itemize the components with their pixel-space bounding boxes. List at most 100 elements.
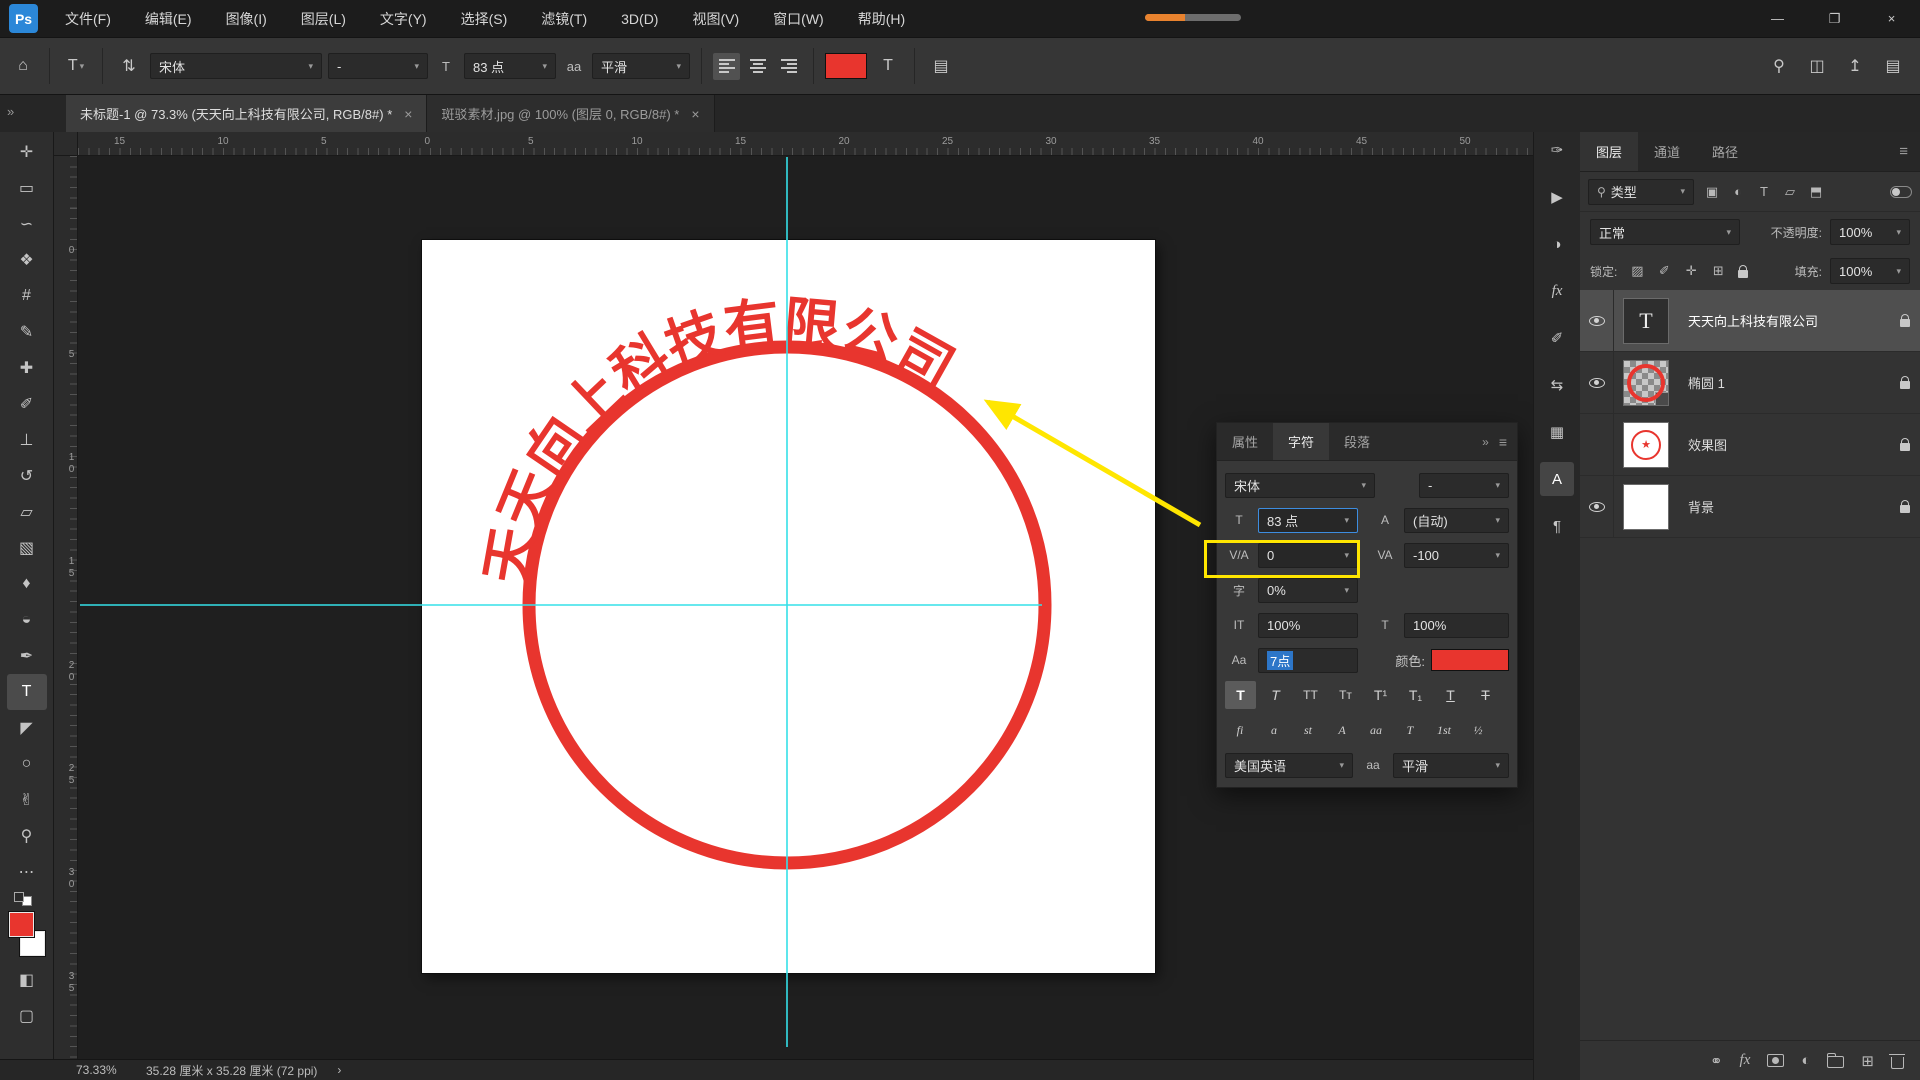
menu-item[interactable]: 图像(I) (209, 0, 284, 37)
small-caps[interactable]: Tт (1330, 681, 1361, 709)
lock-artboard-icon[interactable]: ⊞ (1706, 259, 1730, 283)
brushes-panel-icon[interactable]: ✐ (1540, 321, 1574, 355)
quick-selection-tool[interactable]: ❖ (7, 242, 47, 278)
panel-tab[interactable]: 通道 (1638, 132, 1696, 171)
search-icon[interactable]: ⚲ (1764, 49, 1794, 83)
path-selection-tool[interactable]: ◤ (7, 710, 47, 746)
panel-tab[interactable]: 路径 (1696, 132, 1754, 171)
align-right[interactable] (775, 53, 802, 80)
home-icon[interactable]: ⌂ (8, 49, 38, 83)
layer-thumbnail[interactable]: ★ (1623, 421, 1669, 468)
cp-baseline-input[interactable]: 7点 (1258, 647, 1358, 673)
font-style-select[interactable]: - ▾ (328, 53, 428, 79)
default-colors-icon[interactable] (13, 892, 32, 906)
healing-brush-tool[interactable]: ✚ (7, 350, 47, 386)
menu-item[interactable]: 文字(Y) (363, 0, 444, 37)
filter-toggle-switch[interactable] (1890, 185, 1912, 198)
close-button[interactable]: × (1863, 0, 1920, 37)
blur-tool[interactable]: ♦ (7, 566, 47, 602)
vertical-ruler[interactable]: 0 5 10 15 20 25 30 35 (54, 156, 78, 1059)
cp-kerning-select[interactable]: 0 ▾ (1258, 542, 1358, 568)
adjustment-layer-icon[interactable]: ◐ (1801, 1052, 1810, 1069)
fill-select[interactable]: 100% ▾ (1830, 258, 1910, 284)
cp-color-swatch[interactable] (1431, 649, 1509, 671)
cp-font-size-input[interactable]: 83 点 ▾ (1258, 507, 1358, 533)
share-icon[interactable]: ↥ (1840, 49, 1870, 83)
toolbar-collapse-icon[interactable]: » (7, 104, 14, 119)
move-tool[interactable]: ✛ (7, 134, 47, 170)
layer-row[interactable]: T 天天向上科技有限公司 (1580, 290, 1920, 352)
menu-item[interactable]: 选择(S) (444, 0, 525, 37)
filter-smart-objects-icon[interactable]: ⬒ (1804, 180, 1828, 204)
lasso-tool[interactable]: ∽ (7, 206, 47, 242)
panel-menu-icon[interactable]: ≡ (1497, 434, 1517, 450)
dodge-tool[interactable]: ◒ (7, 602, 47, 638)
add-layer-mask-icon[interactable] (1767, 1054, 1785, 1067)
eraser-tool[interactable]: ▱ (7, 494, 47, 530)
layer-visibility-toggle[interactable] (1580, 414, 1614, 475)
document-tab[interactable]: 未标题-1 @ 73.3% (天天向上科技有限公司, RGB/8#) * × (66, 95, 428, 132)
tool-preset-icon[interactable]: T ▾ (61, 49, 91, 83)
layer-row[interactable]: 椭圆 1 (1580, 352, 1920, 414)
new-layer-icon[interactable]: ⊞ (1861, 1052, 1874, 1070)
fractions[interactable]: ½ (1463, 718, 1493, 742)
hand-tool[interactable]: ✌ (7, 782, 47, 818)
brush-tool[interactable]: ✐ (7, 386, 47, 422)
toggle-panels-icon[interactable]: ▤ (926, 49, 956, 83)
link-layers-icon[interactable]: ⚭ (1710, 1052, 1723, 1070)
quick-mask-button[interactable]: ◧ (7, 962, 47, 998)
layer-visibility-toggle[interactable] (1580, 290, 1614, 351)
filter-pixel-layers-icon[interactable]: ▣ (1700, 180, 1724, 204)
cp-horizontal-scale-input[interactable]: 100% (1404, 612, 1509, 638)
character-panel-icon[interactable]: A (1540, 462, 1574, 496)
lock-transparent-icon[interactable]: ▨ (1625, 259, 1649, 283)
ruler-origin[interactable] (54, 132, 78, 156)
menu-item[interactable]: 3D(D) (604, 0, 675, 37)
foreground-color-swatch[interactable] (7, 911, 35, 938)
layer-visibility-toggle[interactable] (1580, 476, 1614, 537)
clone-source-panel-icon[interactable]: ⇆ (1540, 368, 1574, 402)
tab-close-icon[interactable]: × (691, 106, 699, 122)
ellipse-tool[interactable]: ○ (7, 746, 47, 782)
strikethrough[interactable]: T (1470, 681, 1501, 709)
menu-item[interactable]: 视图(V) (675, 0, 756, 37)
edit-toolbar-icon[interactable]: ⋯ (7, 854, 47, 890)
brush-settings-panel-icon[interactable]: ✑ (1540, 133, 1574, 167)
restore-button[interactable]: ❐ (1806, 0, 1863, 37)
font-size-select[interactable]: 83 点 ▾ (464, 53, 556, 79)
discretionary-ligatures[interactable]: st (1293, 718, 1323, 742)
cp-font-style-select[interactable]: - ▾ (1419, 472, 1509, 498)
cp-antialias-select[interactable]: 平滑 ▾ (1393, 752, 1509, 778)
lock-all-icon[interactable] (1738, 264, 1749, 278)
cp-vertical-scale-input[interactable]: 100% (1258, 612, 1358, 638)
new-group-icon[interactable] (1826, 1052, 1845, 1068)
titling-alternates[interactable]: T (1395, 718, 1425, 742)
layer-visibility-toggle[interactable] (1580, 352, 1614, 413)
layer-row[interactable]: ★ 效果图 (1580, 414, 1920, 476)
canvas-area[interactable]: 15 10 5 0 5 10 15 20 25 30 35 40 45 50 0 5 10 15 20 25 30 35… (54, 132, 1533, 1059)
status-options-icon[interactable]: › (337, 1063, 341, 1077)
layer-filter-select[interactable]: ⚲ 类型 ▾ (1588, 178, 1694, 205)
pen-tool[interactable]: ✒ (7, 638, 47, 674)
standard-ligatures[interactable]: fi (1225, 718, 1255, 742)
menu-item[interactable]: 窗口(W) (756, 0, 841, 37)
menu-item[interactable]: 文件(F) (48, 0, 128, 37)
history-brush-tool[interactable]: ↺ (7, 458, 47, 494)
faux-bold[interactable]: T (1225, 681, 1256, 709)
all-caps[interactable]: TT (1295, 681, 1326, 709)
layer-style-icon[interactable]: fx (1740, 1052, 1751, 1069)
layer-thumbnail[interactable] (1623, 359, 1669, 406)
type-tool[interactable]: T (6, 674, 47, 710)
eyedropper-tool[interactable]: ✎ (7, 314, 47, 350)
document-tab[interactable]: 斑驳素材.jpg @ 100% (图层 0, RGB/8#) * × (427, 95, 715, 132)
lock-position-icon[interactable]: ✛ (1679, 259, 1703, 283)
crop-tool[interactable]: # (7, 278, 47, 314)
delete-layer-icon[interactable] (1889, 1053, 1905, 1069)
adjustments-panel-icon[interactable]: ◑ (1540, 227, 1574, 261)
cp-spacing-select[interactable]: 0% ▾ (1258, 577, 1358, 603)
zoom-level[interactable]: 73.33% (76, 1063, 126, 1077)
filter-shape-layers-icon[interactable]: ▱ (1778, 180, 1802, 204)
marquee-tool[interactable]: ▭ (7, 170, 47, 206)
panel-tab[interactable]: 段落 (1329, 423, 1385, 460)
screen-mode-button[interactable]: ▢ (7, 998, 47, 1034)
